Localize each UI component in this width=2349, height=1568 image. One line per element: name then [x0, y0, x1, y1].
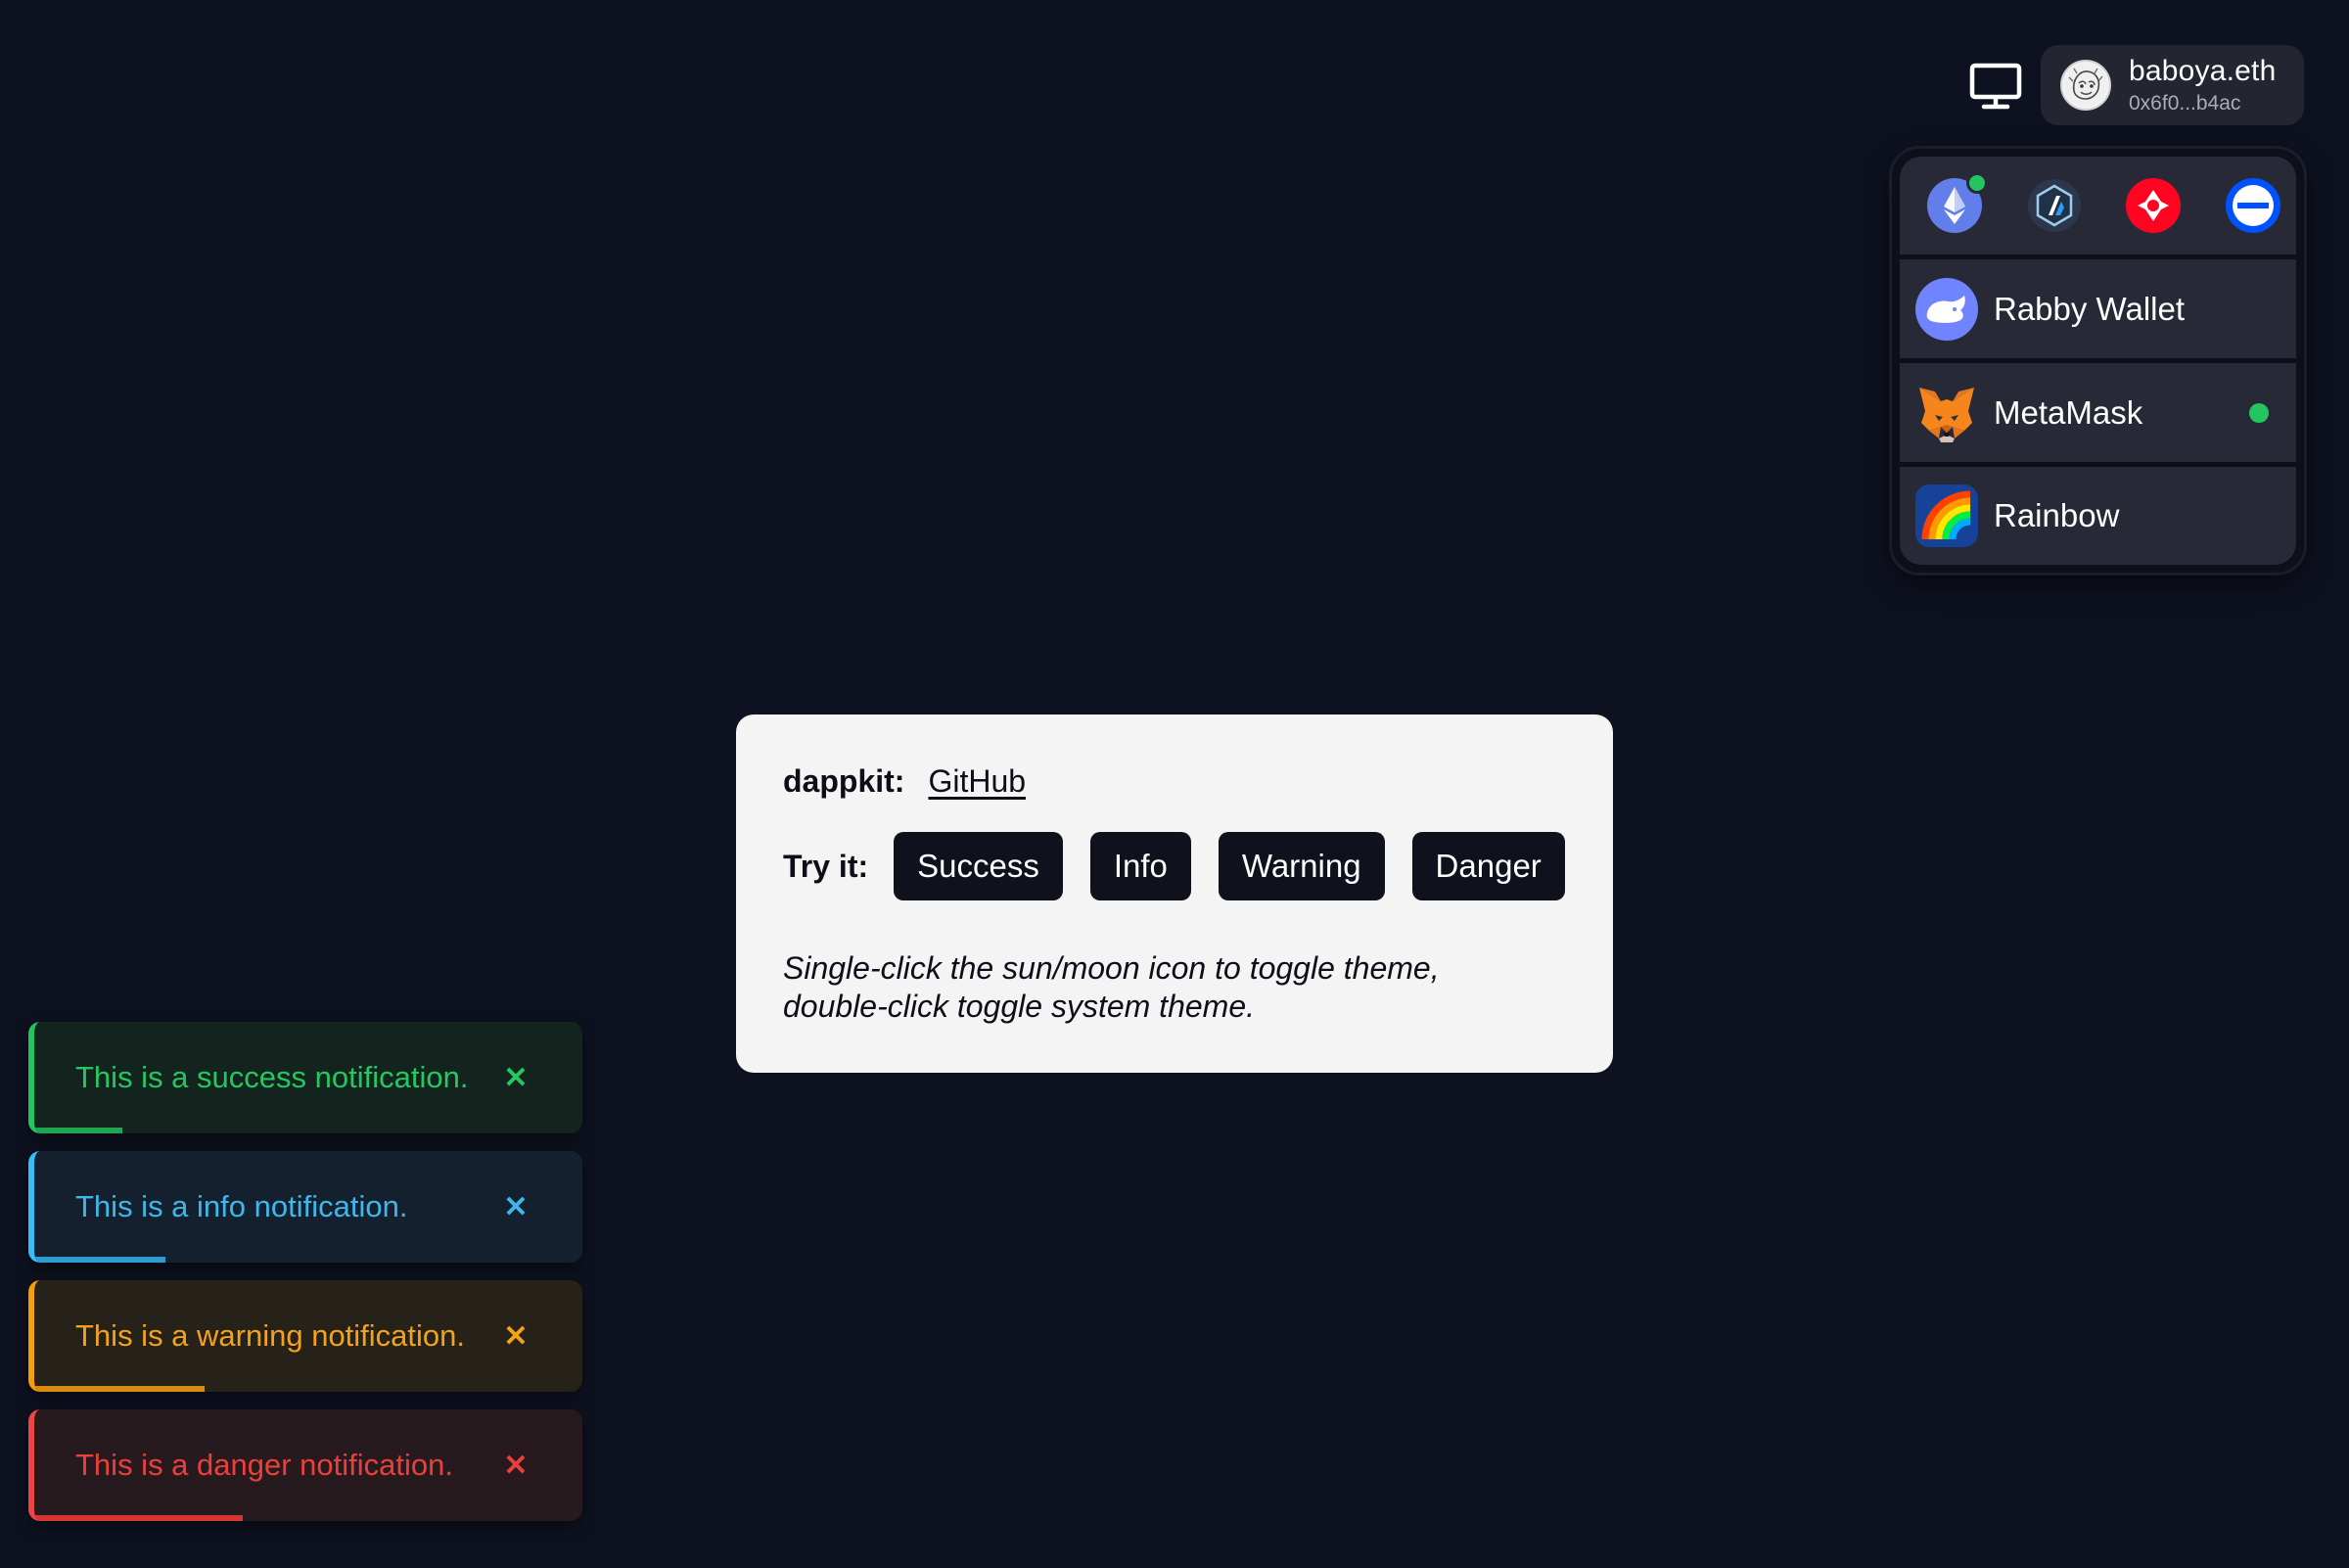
notification-message: This is a success notification. — [75, 1060, 469, 1094]
notification-progress — [34, 1257, 166, 1263]
close-icon[interactable]: ✕ — [488, 1050, 543, 1105]
info-button[interactable]: Info — [1089, 832, 1191, 900]
notification-message: This is a info notification. — [75, 1189, 408, 1223]
theme-toggle-button[interactable] — [1967, 62, 2024, 111]
monitor-icon — [1969, 63, 2022, 110]
warning-button[interactable]: Warning — [1218, 832, 1385, 900]
avatar-image-icon — [2064, 64, 2107, 107]
dappkit-label: dappkit: — [783, 762, 905, 799]
arbitrum-icon — [2027, 179, 2081, 232]
account-address: 0x6f0...b4ac — [2129, 92, 2241, 115]
chain-optimism-button[interactable] — [2126, 178, 2182, 233]
theme-hint-text: Single-click the sun/moon icon to toggle… — [783, 950, 1440, 1024]
info-notification: This is a info notification. ✕ — [28, 1151, 582, 1263]
chain-arbitrum-button[interactable] — [2027, 178, 2082, 233]
danger-notification: This is a danger notification. ✕ — [28, 1409, 582, 1521]
notification-message: This is a danger notification. — [75, 1448, 453, 1482]
wallet-label-rabby: Rabby Wallet — [1994, 290, 2186, 327]
metamask-icon — [1915, 382, 1978, 444]
connected-indicator — [2249, 402, 2269, 423]
demo-card: dappkit: GitHub Try it: Success Info War… — [736, 715, 1613, 1073]
notification-message: This is a warning notification. — [75, 1318, 466, 1353]
chain-base-button[interactable] — [2225, 178, 2280, 233]
rabby-icon — [1915, 277, 1978, 341]
success-notification: This is a success notification. ✕ — [28, 1022, 582, 1133]
account-button[interactable]: baboya.eth 0x6f0...b4ac — [2041, 45, 2304, 125]
chain-ethereum-button[interactable] — [1927, 172, 1988, 233]
notification-progress — [34, 1386, 205, 1392]
wallet-label-metamask: MetaMask — [1994, 393, 2143, 431]
notification-progress — [34, 1515, 243, 1521]
avatar — [2060, 60, 2111, 111]
account-ens-name: baboya.eth — [2129, 55, 2277, 87]
close-icon[interactable]: ✕ — [488, 1179, 543, 1234]
optimism-icon — [2126, 178, 2182, 233]
close-icon[interactable]: ✕ — [488, 1309, 543, 1363]
rainbow-icon — [1915, 484, 1978, 547]
try-it-label: Try it: — [783, 848, 869, 884]
wallet-option-metamask[interactable]: MetaMask — [1900, 363, 2296, 462]
wallet-panel: Rabby Wallet MetaMask Rainbow — [1892, 149, 2304, 573]
active-chain-indicator — [1966, 172, 1988, 194]
chain-selector — [1900, 157, 2296, 254]
github-link[interactable]: GitHub — [928, 763, 1026, 800]
wallet-option-rainbow[interactable]: Rainbow — [1900, 467, 2296, 565]
danger-button[interactable]: Danger — [1411, 832, 1565, 900]
base-icon — [2225, 178, 2280, 233]
success-button[interactable]: Success — [894, 832, 1063, 900]
wallet-option-rabby[interactable]: Rabby Wallet — [1900, 259, 2296, 358]
close-icon[interactable]: ✕ — [488, 1438, 543, 1493]
notification-progress — [34, 1128, 122, 1133]
warning-notification: This is a warning notification. ✕ — [28, 1280, 582, 1392]
wallet-label-rainbow: Rainbow — [1994, 497, 2120, 533]
